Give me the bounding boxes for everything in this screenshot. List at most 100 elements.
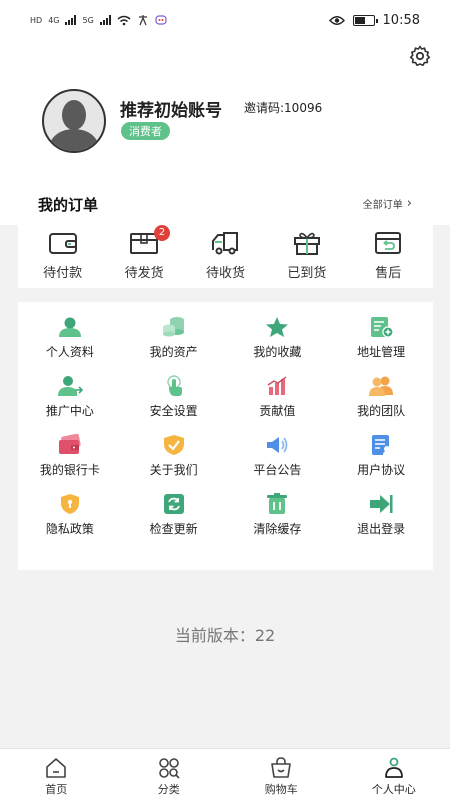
order-label: 售后: [375, 266, 402, 281]
nav-label: 首页: [45, 783, 68, 796]
view-all-orders-label: 全部订单: [362, 200, 403, 211]
user-profile-icon: [58, 317, 81, 337]
order-label: 待付款: [43, 266, 83, 281]
app-notification-icon: [155, 15, 167, 25]
menu-label: 隐私政策: [45, 522, 94, 536]
gear-icon[interactable]: [408, 44, 432, 68]
menu-label: 用户协议: [357, 463, 406, 477]
menu-item-profile[interactable]: 个人资料: [18, 316, 122, 375]
chevron-right-icon: ›: [406, 196, 412, 211]
menu-label: 我的资产: [149, 345, 198, 359]
menu-label: 地址管理: [357, 345, 406, 359]
order-pending-payment[interactable]: 待付款: [25, 225, 101, 288]
username: 推荐初始账号: [120, 101, 222, 121]
menu-item-security[interactable]: 安全设置: [122, 375, 226, 434]
menu-item-privacy[interactable]: 隐私政策: [18, 493, 122, 552]
menu-label: 关于我们: [149, 463, 198, 477]
touch-icon: [166, 375, 182, 396]
menu-item-contribution[interactable]: 贡献值: [226, 375, 330, 434]
gift-icon: [293, 232, 320, 255]
logout-icon: [370, 495, 393, 513]
menu-item-favorites[interactable]: 我的收藏: [226, 316, 330, 375]
menu-label: 个人资料: [45, 345, 94, 359]
truck-icon: [212, 232, 239, 255]
menu-item-logout[interactable]: 退出登录: [329, 493, 433, 552]
menu-label: 我的银行卡: [39, 463, 100, 477]
nav-category[interactable]: 分类: [113, 749, 226, 800]
nav-cart[interactable]: 购物车: [225, 749, 338, 800]
nav-profile[interactable]: 个人中心: [338, 749, 450, 800]
menu-item-team[interactable]: 我的团队: [329, 375, 433, 434]
order-pending-shipment[interactable]: 2 待发货: [106, 225, 182, 288]
avatar[interactable]: [42, 89, 106, 153]
status-left: HD 4G 5G: [30, 14, 167, 26]
network-4g: 4G: [48, 15, 60, 25]
speaker-icon: [267, 437, 288, 453]
orders-card: 待付款 2 待发货 待收货 已到货 售后: [18, 225, 433, 288]
wallet-icon: [48, 233, 77, 254]
order-after-sales[interactable]: 售后: [350, 225, 426, 288]
nav-home[interactable]: 首页: [0, 749, 113, 800]
clock: 10:58: [382, 12, 420, 28]
menu-label: 我的收藏: [253, 345, 302, 359]
menu-item-user-agreement[interactable]: 用户协议: [329, 434, 433, 493]
bottom-nav: 首页 分类 购物车 个人中心: [0, 748, 450, 800]
menu-label: 清除缓存: [253, 522, 302, 536]
menu-item-check-update[interactable]: 检查更新: [122, 493, 226, 552]
menu-item-about-us[interactable]: 关于我们: [122, 434, 226, 493]
lock-shield-icon: [60, 494, 79, 514]
nav-label: 分类: [157, 783, 180, 796]
cart-icon: [271, 757, 292, 778]
status-right: 10:58: [328, 12, 420, 28]
menu-label: 推广中心: [45, 404, 94, 418]
menu-item-bank-card[interactable]: 我的银行卡: [18, 434, 122, 493]
star-icon: [266, 317, 289, 337]
avatar-body: [50, 129, 98, 151]
bank-card-icon: [58, 434, 81, 454]
order-label: 待发货: [124, 266, 164, 281]
agreement-icon: [372, 435, 392, 455]
menu-label: 我的团队: [357, 404, 406, 418]
bar-chart-icon: [267, 376, 287, 395]
refresh-icon: [163, 494, 184, 514]
promote-icon: [57, 376, 83, 396]
menu-item-assets[interactable]: 我的资产: [122, 316, 226, 375]
coins-icon: [162, 317, 184, 337]
hd-indicator: HD: [30, 15, 43, 25]
profile-header: 推荐初始账号 邀请码:10096 消费者 我的订单 全部订单 ›: [0, 40, 450, 225]
person-icon: [384, 757, 403, 778]
eye-icon: [328, 15, 345, 25]
avatar-head: [62, 100, 86, 130]
trash-icon: [267, 493, 288, 514]
view-all-orders-link[interactable]: 全部订单 ›: [363, 196, 412, 211]
return-box-icon: [375, 232, 402, 254]
menu-item-address[interactable]: 地址管理: [329, 316, 433, 375]
shield-check-icon: [163, 435, 184, 455]
orders-title: 我的订单: [38, 196, 99, 214]
address-icon: [371, 317, 394, 338]
home-icon: [46, 758, 67, 778]
team-icon: [369, 376, 394, 396]
menu-label: 安全设置: [149, 404, 198, 418]
menu-label: 检查更新: [149, 522, 198, 536]
menu-item-announcements[interactable]: 平台公告: [226, 434, 330, 493]
nav-label: 个人中心: [371, 783, 416, 796]
order-count-badge: 2: [154, 225, 171, 241]
function-menu: 个人资料 我的资产 我的收藏 地址管理 推广中心 安全设置 贡献值 我的团队 我…: [18, 302, 433, 570]
category-icon: [158, 758, 180, 779]
menu-item-promotion[interactable]: 推广中心: [18, 375, 122, 434]
invite-code: 邀请码:10096: [244, 101, 323, 115]
signal-icon: [65, 15, 77, 25]
signal-icon-2: [99, 15, 111, 25]
menu-label: 平台公告: [253, 463, 302, 477]
order-label: 待收货: [205, 266, 245, 281]
menu-item-clear-cache[interactable]: 清除缓存: [226, 493, 330, 552]
order-arrived[interactable]: 已到货: [269, 225, 345, 288]
menu-label: 退出登录: [357, 522, 406, 536]
nav-label: 购物车: [264, 783, 298, 796]
order-pending-receipt[interactable]: 待收货: [187, 225, 263, 288]
translate-icon: [138, 15, 147, 26]
network-5g: 5G: [82, 15, 94, 25]
order-label: 已到货: [287, 266, 327, 281]
status-bar: HD 4G 5G 10:58: [0, 0, 450, 40]
